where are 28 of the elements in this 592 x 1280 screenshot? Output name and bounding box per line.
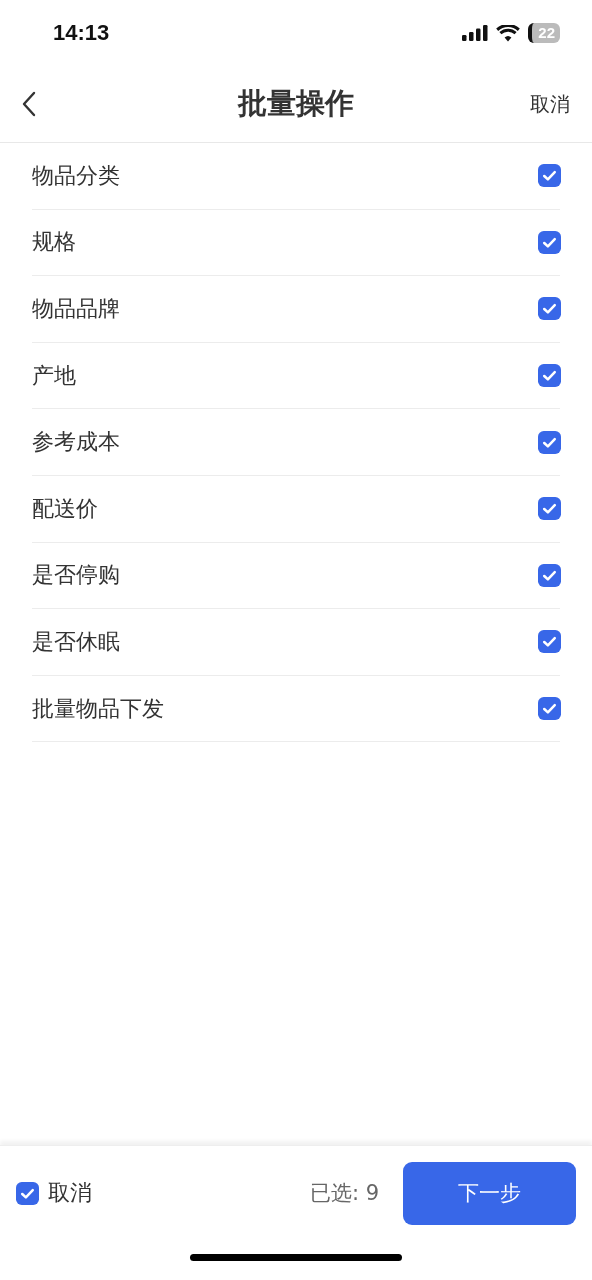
option-label: 参考成本: [32, 428, 120, 457]
option-label: 批量物品下发: [32, 694, 164, 723]
option-label: 是否停购: [32, 561, 120, 590]
option-label: 物品分类: [32, 161, 120, 190]
option-label: 规格: [32, 228, 76, 257]
option-label: 物品品牌: [32, 295, 120, 323]
status-time: 14:13: [53, 20, 110, 46]
option-label: 产地: [32, 361, 76, 390]
wifi-icon: [496, 24, 521, 42]
page-title: 批量操作: [238, 85, 354, 122]
cancel-button[interactable]: 取消: [530, 90, 570, 118]
battery-icon: 22: [528, 23, 560, 43]
checkbox[interactable]: [538, 430, 561, 454]
select-all-label[interactable]: 取消: [48, 1178, 92, 1208]
checkbox[interactable]: [538, 364, 561, 388]
next-button[interactable]: 下一步: [403, 1161, 576, 1225]
checkbox[interactable]: [538, 563, 561, 587]
option-label: 是否休眠: [32, 627, 120, 656]
checkbox[interactable]: [16, 1181, 39, 1205]
checkbox[interactable]: [538, 497, 561, 521]
signal-icon: [462, 25, 489, 41]
checkbox[interactable]: [538, 297, 561, 321]
checkbox[interactable]: [538, 630, 561, 654]
checkbox[interactable]: [538, 230, 561, 254]
selected-count: 已选: 9: [309, 1180, 379, 1207]
checkbox[interactable]: [538, 697, 561, 721]
option-label: 配送价: [32, 494, 98, 523]
checkbox[interactable]: [538, 164, 561, 188]
